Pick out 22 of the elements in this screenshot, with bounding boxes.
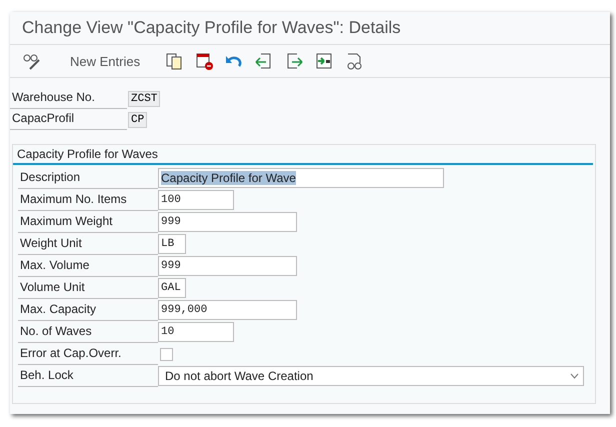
input-field[interactable]: GAL xyxy=(158,278,186,298)
select-block-icon[interactable] xyxy=(314,51,334,71)
chevron-down-icon xyxy=(570,373,579,379)
input-field[interactable]: 999 xyxy=(158,212,297,232)
checkbox[interactable] xyxy=(160,348,173,360)
input-field[interactable]: 100 xyxy=(158,190,234,210)
input-field[interactable]: LB xyxy=(158,234,186,254)
copy-icon[interactable] xyxy=(164,51,184,71)
input-field[interactable]: 10 xyxy=(158,322,234,342)
delete-icon[interactable] xyxy=(194,51,214,71)
input-field[interactable]: 999,000 xyxy=(158,300,297,320)
input-field[interactable]: Capacity Profile for Wave xyxy=(158,168,444,188)
field-label: CapacProfil xyxy=(10,109,127,130)
group-title: Capacity Profile for Waves xyxy=(13,145,593,165)
window-title: Change View "Capacity Profile for Waves": Details xyxy=(10,12,610,45)
input-field[interactable]: 999 xyxy=(158,256,297,276)
new-entries-button[interactable]: New Entries xyxy=(70,54,140,68)
field-label: Error at Cap.Overr. xyxy=(18,344,158,364)
field-value: CP xyxy=(128,112,148,128)
field-value: ZCST xyxy=(128,90,160,106)
field-label: Warehouse No. xyxy=(10,88,127,109)
dropdown[interactable]: Do not abort Wave Creation xyxy=(158,366,584,386)
